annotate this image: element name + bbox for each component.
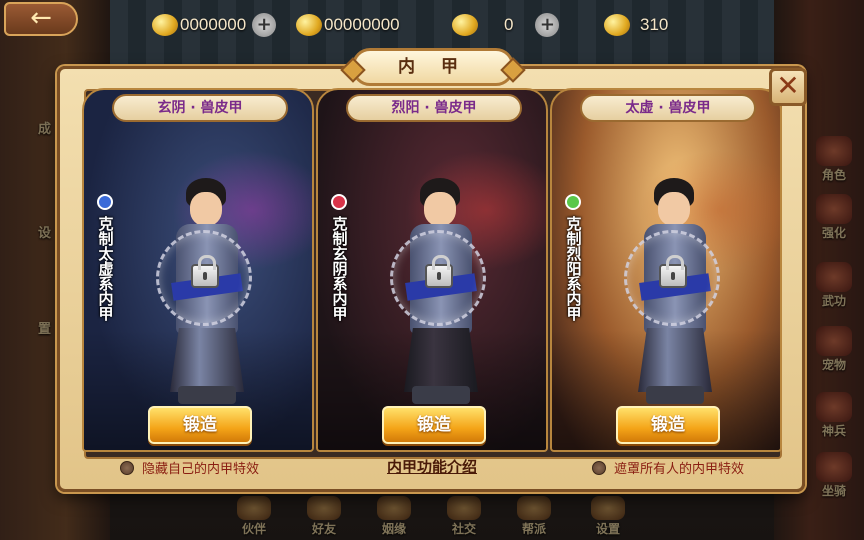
counter-text: 克制太虚系内甲 (96, 216, 115, 321)
card-title: 玄阴 · 兽皮甲 (112, 94, 288, 122)
lock-icon (425, 255, 453, 288)
forge-button[interactable]: 锻造 (616, 406, 720, 444)
back-button[interactable]: ← (4, 2, 78, 36)
radio-icon[interactable] (592, 460, 606, 475)
card-title: 烈阳 · 兽皮甲 (346, 94, 522, 122)
add-gold-button[interactable]: + (252, 13, 277, 37)
armor-card-lieyang: 烈阳 · 兽皮甲 克制玄阴系内甲 锻造 (316, 88, 548, 452)
resource-ingot: 00000000 (296, 10, 400, 40)
counter-text: 克制烈阳系内甲 (564, 216, 583, 321)
resource-token: 310 (604, 10, 668, 40)
element-orb-icon (331, 194, 347, 210)
lock-icon (191, 255, 219, 288)
armor-intro-link[interactable]: 内甲功能介绍 (372, 456, 492, 477)
forge-button[interactable]: 锻造 (382, 406, 486, 444)
gold-coin-icon (152, 14, 178, 36)
hide-own-effect-option[interactable]: 隐藏自己的内甲特效 (120, 458, 259, 477)
element-orb-icon (97, 194, 113, 210)
armor-card-xuanyin: 玄阴 · 兽皮甲 克制太虚系内甲 锻造 (82, 88, 314, 452)
lock-icon (659, 255, 687, 288)
card-title: 太虚 · 兽皮甲 (580, 94, 756, 122)
token-icon (604, 14, 630, 36)
radio-icon[interactable] (120, 460, 134, 475)
counter-text: 克制玄阴系内甲 (330, 216, 349, 321)
mask-all-effect-label: 遮罩所有人的内甲特效 (614, 462, 745, 477)
close-icon: ✕ (776, 69, 800, 102)
counter-info: 克制太虚系内甲 (94, 194, 116, 321)
hide-own-effect-label: 隐藏自己的内甲特效 (142, 462, 260, 477)
forge-button[interactable]: 锻造 (148, 406, 252, 444)
close-button[interactable]: ✕ (769, 68, 807, 106)
back-arrow-icon: ← (30, 3, 52, 33)
gold-ingot-icon (296, 14, 322, 36)
mask-all-effect-option[interactable]: 遮罩所有人的内甲特效 (592, 458, 744, 477)
modal-title: 内 甲 (352, 48, 514, 86)
resource-gold: 0000000 + (152, 10, 277, 40)
resource-ingot-2: 0 + (452, 10, 560, 40)
ingot-icon (452, 14, 478, 36)
counter-info: 克制烈阳系内甲 (562, 194, 584, 321)
element-orb-icon (565, 194, 581, 210)
armor-card-taixu: 太虚 · 兽皮甲 克制烈阳系内甲 锻造 (550, 88, 782, 452)
counter-info: 克制玄阴系内甲 (328, 194, 350, 321)
add-ingot-button[interactable]: + (535, 13, 560, 37)
